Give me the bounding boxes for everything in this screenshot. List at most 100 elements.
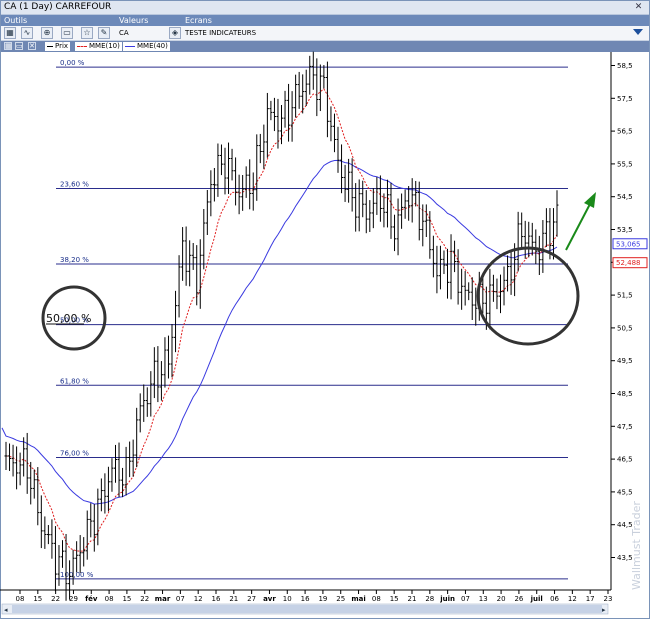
- price-bar[interactable]: [265, 92, 269, 158]
- price-bar[interactable]: [159, 361, 163, 401]
- price-bar[interactable]: [53, 526, 57, 592]
- price-bar[interactable]: [350, 158, 354, 212]
- price-bar[interactable]: [11, 444, 15, 477]
- price-bar[interactable]: [156, 346, 160, 403]
- price-bar[interactable]: [99, 478, 103, 512]
- price-bar[interactable]: [435, 245, 439, 294]
- price-bar[interactable]: [449, 234, 453, 300]
- price-bar[interactable]: [18, 452, 22, 486]
- price-bar[interactable]: [39, 495, 43, 549]
- price-bar[interactable]: [50, 519, 54, 559]
- price-bar[interactable]: [516, 211, 520, 272]
- price-bar[interactable]: [389, 182, 393, 239]
- price-bar[interactable]: [287, 83, 291, 142]
- price-bar[interactable]: [22, 437, 26, 477]
- scrollbar-thumb[interactable]: [12, 605, 602, 613]
- price-bar[interactable]: [541, 220, 545, 273]
- price-bar[interactable]: [181, 227, 185, 281]
- price-bar[interactable]: [375, 177, 379, 215]
- price-bar[interactable]: [170, 324, 174, 378]
- price-bar[interactable]: [491, 274, 495, 302]
- price-bar[interactable]: [460, 268, 464, 310]
- price-bar[interactable]: [283, 90, 287, 128]
- price-bar[interactable]: [329, 106, 333, 142]
- price-bar[interactable]: [364, 190, 368, 234]
- price-bar[interactable]: [110, 458, 114, 492]
- price-bar[interactable]: [523, 220, 527, 259]
- price-bar[interactable]: [177, 255, 181, 318]
- price-bar[interactable]: [195, 245, 199, 306]
- scroll-left-icon[interactable]: ◂: [4, 606, 8, 614]
- price-bar[interactable]: [142, 384, 146, 422]
- price-bar[interactable]: [32, 469, 36, 499]
- price-bar[interactable]: [378, 175, 382, 222]
- price-bar[interactable]: [75, 541, 79, 573]
- price-bar[interactable]: [36, 467, 40, 526]
- price-bar[interactable]: [467, 282, 471, 301]
- price-bar[interactable]: [301, 74, 305, 114]
- price-bar[interactable]: [241, 175, 245, 211]
- price-bar[interactable]: [89, 503, 93, 538]
- price-bar[interactable]: [534, 229, 538, 265]
- price-bar[interactable]: [290, 91, 294, 142]
- price-bar[interactable]: [407, 186, 411, 221]
- price-bar[interactable]: [498, 274, 502, 314]
- price-bar[interactable]: [57, 545, 61, 586]
- price-bar[interactable]: [166, 335, 170, 379]
- price-bar[interactable]: [304, 69, 308, 106]
- price-bar[interactable]: [361, 180, 365, 218]
- price-bar[interactable]: [506, 255, 510, 292]
- price-bar[interactable]: [537, 235, 541, 275]
- price-bar[interactable]: [347, 158, 351, 203]
- price-bar[interactable]: [92, 504, 96, 552]
- price-bar[interactable]: [311, 51, 315, 90]
- price-bar[interactable]: [85, 510, 89, 560]
- price-bar[interactable]: [340, 144, 344, 194]
- price-bar[interactable]: [446, 248, 450, 299]
- price-bar[interactable]: [163, 337, 167, 388]
- price-bar[interactable]: [456, 249, 460, 305]
- price-bar[interactable]: [117, 442, 121, 498]
- price-bar[interactable]: [230, 148, 234, 181]
- price-bar[interactable]: [488, 268, 492, 330]
- price-bar[interactable]: [318, 64, 322, 112]
- price-bar[interactable]: [428, 211, 432, 259]
- price-bar[interactable]: [61, 540, 65, 568]
- price-bar[interactable]: [96, 488, 100, 546]
- price-bar[interactable]: [396, 198, 400, 256]
- price-bar[interactable]: [131, 439, 135, 477]
- price-bar[interactable]: [248, 159, 252, 210]
- price-bar[interactable]: [258, 133, 262, 164]
- price-bar[interactable]: [184, 226, 188, 286]
- price-bar[interactable]: [400, 193, 404, 229]
- price-bar[interactable]: [43, 516, 47, 549]
- price-bar[interactable]: [202, 208, 206, 270]
- price-bar[interactable]: [262, 124, 266, 169]
- price-bar[interactable]: [145, 387, 149, 417]
- price-bar[interactable]: [325, 61, 329, 138]
- price-bar[interactable]: [495, 278, 499, 310]
- price-bar[interactable]: [234, 157, 238, 206]
- price-bar[interactable]: [152, 347, 156, 399]
- price-bar[interactable]: [251, 172, 255, 211]
- price-bar[interactable]: [269, 100, 273, 121]
- price-bar[interactable]: [530, 222, 534, 256]
- price-bar[interactable]: [15, 446, 19, 490]
- price-bar[interactable]: [124, 446, 128, 496]
- price-chart[interactable]: 0,00 % 23,60 % 38,20 % 50,00 % 61,80 % 76,00 …: [0, 0, 650, 619]
- price-bar[interactable]: [297, 71, 301, 109]
- price-bar[interactable]: [135, 407, 139, 468]
- price-bar[interactable]: [424, 204, 428, 237]
- price-bar[interactable]: [463, 271, 467, 306]
- price-bar[interactable]: [470, 277, 474, 321]
- price-bar[interactable]: [417, 181, 421, 241]
- price-bar[interactable]: [442, 250, 446, 275]
- price-bar[interactable]: [174, 290, 178, 353]
- price-bar[interactable]: [527, 221, 531, 258]
- price-bar[interactable]: [520, 212, 524, 248]
- price-bar[interactable]: [555, 190, 559, 237]
- price-bar[interactable]: [68, 560, 72, 600]
- price-bar[interactable]: [421, 204, 425, 247]
- price-bar[interactable]: [544, 208, 548, 247]
- price-bar[interactable]: [502, 266, 506, 306]
